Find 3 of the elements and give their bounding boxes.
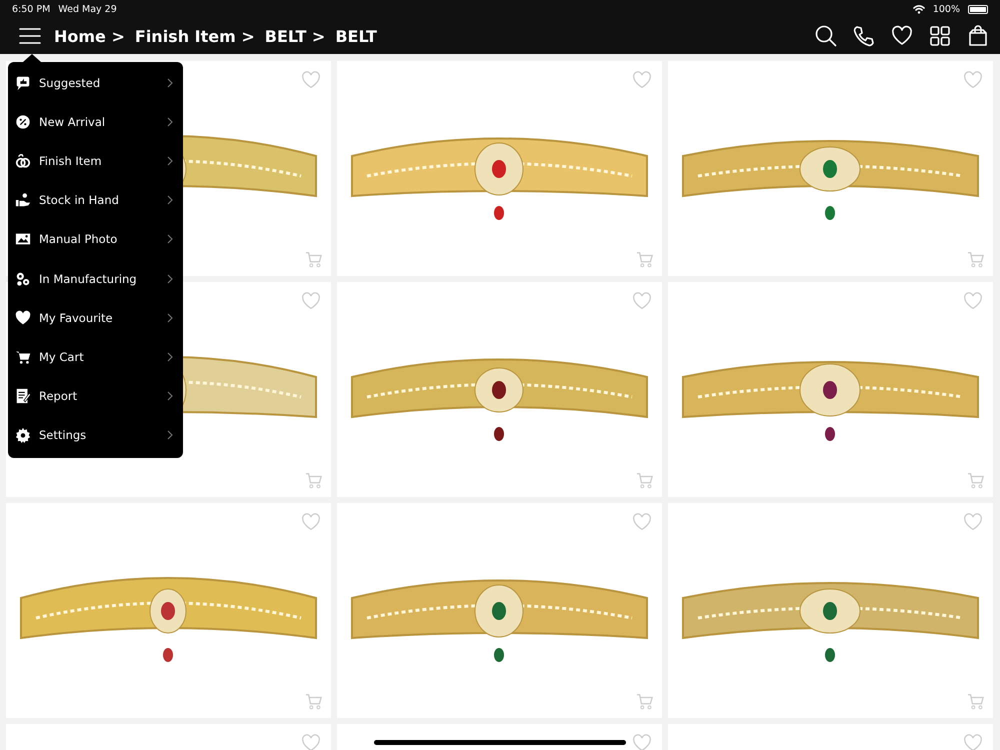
battery-percent: 100% — [932, 4, 960, 14]
status-date: Wed May 29 — [58, 4, 117, 14]
status-time: 6:50 PM — [12, 4, 50, 14]
